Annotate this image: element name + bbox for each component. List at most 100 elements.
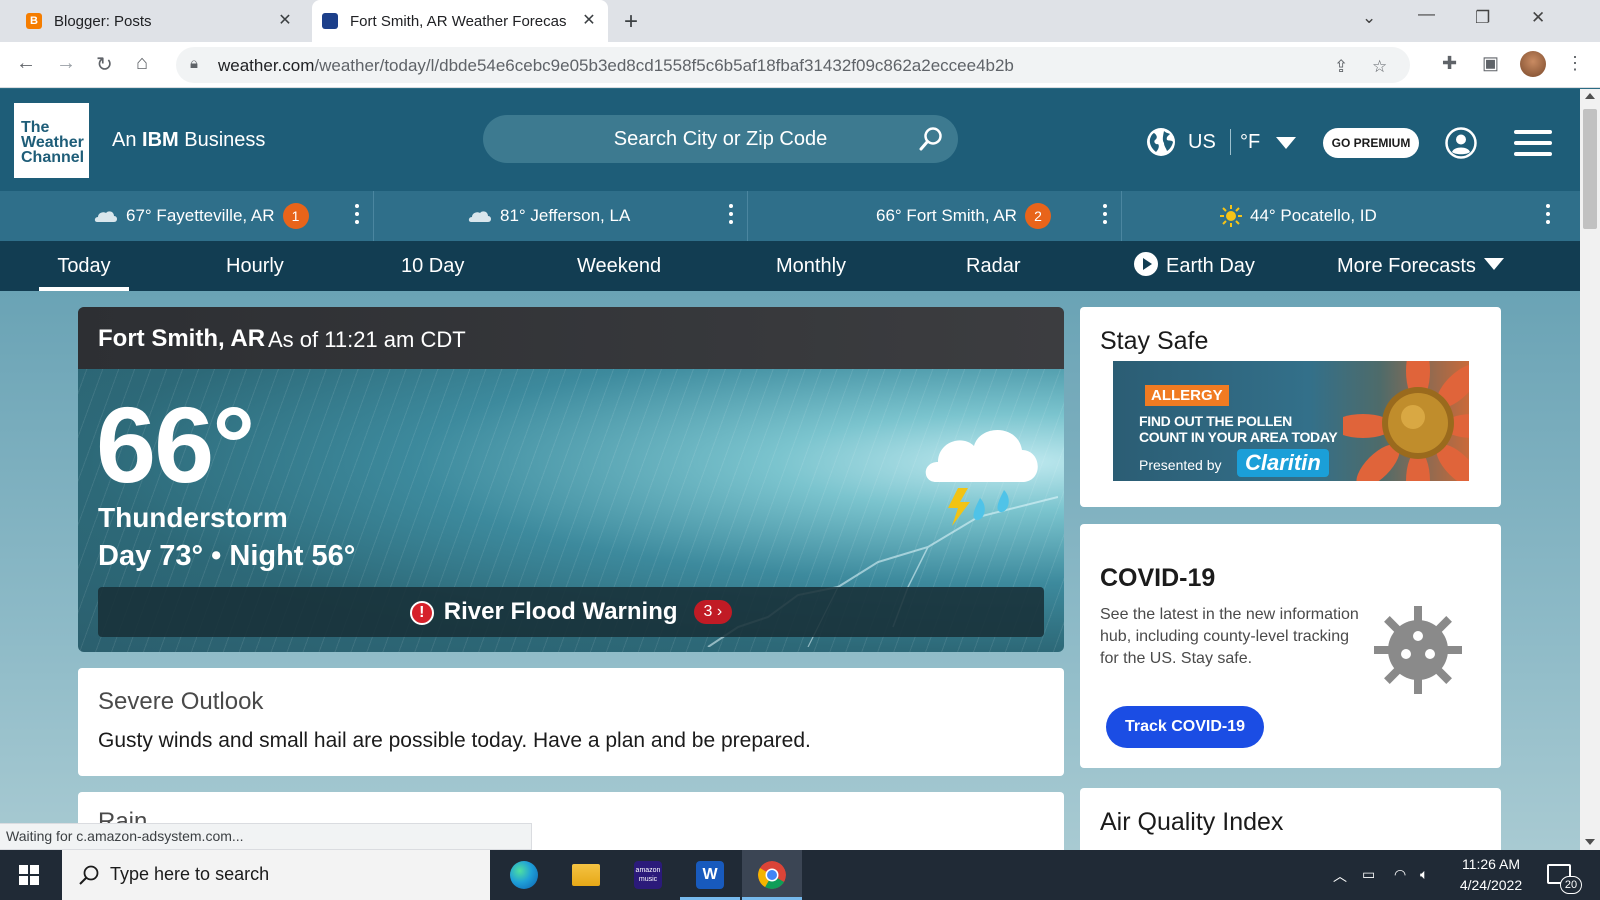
more-options-icon[interactable] xyxy=(1103,204,1107,228)
ad-text: COUNT IN YOUR AREA TODAY xyxy=(1139,429,1338,445)
location-search-input[interactable]: Search City or Zip Code xyxy=(483,115,958,163)
notification-count-badge: 20 xyxy=(1560,876,1582,894)
side-panel-icon[interactable]: ▣ xyxy=(1482,53,1499,74)
taskbar-amazon-music[interactable]: amazon music xyxy=(618,850,678,900)
taskbar-search-box[interactable]: Type here to search xyxy=(62,850,490,900)
restore-icon[interactable]: ❐ xyxy=(1475,8,1490,28)
region-selector[interactable]: US xyxy=(1188,131,1216,154)
card-title: COVID-19 xyxy=(1100,564,1216,592)
forward-icon[interactable]: → xyxy=(56,52,76,75)
scroll-down-arrow-icon[interactable] xyxy=(1585,839,1595,845)
virus-icon xyxy=(1374,606,1462,694)
profile-avatar[interactable] xyxy=(1520,51,1546,77)
windows-taskbar: Type here to search amazon music W ︿ ▭ ◠ … xyxy=(0,850,1600,900)
more-options-icon[interactable] xyxy=(1546,204,1550,228)
tab-weather[interactable]: Fort Smith, AR Weather Forecast ✕ xyxy=(312,0,608,42)
browser-status-text: Waiting for c.amazon-adsystem.com... xyxy=(0,823,532,850)
recent-locations-bar: 67° Fayetteville, AR 1 81° Jefferson, LA… xyxy=(0,191,1580,241)
close-window-icon[interactable]: ✕ xyxy=(1531,8,1545,28)
go-premium-button[interactable]: GO PREMIUM xyxy=(1323,128,1419,158)
ibm-tagline: An IBM Business xyxy=(112,129,266,151)
card-title: Severe Outlook xyxy=(98,688,264,715)
taskbar-date[interactable]: 4/24/2022 xyxy=(1452,877,1530,893)
recent-location[interactable]: 81° Jefferson, LA xyxy=(374,191,748,241)
tab-today[interactable]: Today xyxy=(39,241,129,291)
recent-location[interactable]: 66° Fort Smith, AR 2 xyxy=(748,191,1122,241)
recent-location[interactable]: 44° Pocatello, ID xyxy=(1122,191,1580,241)
more-options-icon[interactable] xyxy=(355,204,359,228)
recent-location[interactable]: 67° Fayetteville, AR 1 xyxy=(0,191,374,241)
browser-tab-bar: B Blogger: Posts ✕ Fort Smith, AR Weathe… xyxy=(0,0,1600,42)
page-scrollbar[interactable] xyxy=(1580,89,1600,850)
unit-selector[interactable]: °F xyxy=(1240,131,1260,154)
new-tab-icon[interactable]: + xyxy=(624,8,638,36)
amazon-music-icon: amazon music xyxy=(634,861,662,889)
reload-icon[interactable]: ↻ xyxy=(96,52,113,77)
tab-hourly[interactable]: Hourly xyxy=(226,241,284,291)
edge-icon xyxy=(510,861,538,889)
chrome-icon xyxy=(758,861,786,889)
play-icon xyxy=(1134,252,1158,276)
wifi-icon[interactable]: ◠ xyxy=(1394,866,1406,883)
caret-down-icon xyxy=(1483,258,1504,270)
url-text[interactable]: weather.com/weather/today/l/dbde54e6cebc… xyxy=(218,56,1014,76)
taskbar-chrome[interactable] xyxy=(742,850,802,900)
account-icon[interactable] xyxy=(1445,127,1477,159)
tab-title: Blogger: Posts xyxy=(54,12,152,30)
taskbar-file-explorer[interactable] xyxy=(556,850,616,900)
day-night-temps: Day 73° • Night 56° xyxy=(98,540,356,572)
weather-channel-icon xyxy=(322,13,338,29)
allergy-ad-banner[interactable]: ALLERGY FIND OUT THE POLLEN COUNT IN YOU… xyxy=(1113,361,1469,481)
battery-icon[interactable]: ▭ xyxy=(1362,866,1375,883)
taskbar-edge[interactable] xyxy=(494,850,554,900)
taskbar-time[interactable]: 11:26 AM xyxy=(1457,856,1525,872)
tab-search-chevron-icon[interactable]: ⌄ xyxy=(1362,8,1376,28)
caret-down-icon[interactable] xyxy=(1276,137,1296,149)
tab-title: Fort Smith, AR Weather Forecast xyxy=(350,12,566,30)
taskbar-word[interactable]: W xyxy=(680,850,740,900)
tab-10-day[interactable]: 10 Day xyxy=(401,241,464,291)
ad-presented-by: Presented by xyxy=(1139,457,1222,473)
alert-count-badge: 2 xyxy=(1024,203,1051,229)
extensions-icon[interactable]: ✚ xyxy=(1442,53,1457,74)
globe-icon[interactable] xyxy=(1146,127,1176,157)
browser-menu-icon[interactable]: ⋮ xyxy=(1566,53,1584,74)
close-tab-icon[interactable]: ✕ xyxy=(276,12,294,30)
location-name: Fort Smith, AR xyxy=(98,325,266,352)
close-tab-icon[interactable]: ✕ xyxy=(580,12,598,30)
tab-monthly[interactable]: Monthly xyxy=(776,241,846,291)
tab-earth-day[interactable]: Earth Day xyxy=(1134,241,1255,291)
home-icon[interactable]: ⌂ xyxy=(136,52,148,75)
back-icon[interactable]: ← xyxy=(16,52,36,75)
scroll-thumb[interactable] xyxy=(1583,109,1597,229)
share-icon[interactable]: ⇪ xyxy=(1334,57,1348,77)
more-options-icon[interactable] xyxy=(729,204,733,228)
flower-image xyxy=(1343,361,1469,481)
tab-blogger[interactable]: B Blogger: Posts ✕ xyxy=(18,0,304,42)
bookmark-star-icon[interactable]: ☆ xyxy=(1372,57,1387,77)
severe-outlook-card[interactable]: Severe Outlook Gusty winds and small hai… xyxy=(78,668,1064,776)
track-covid-button[interactable]: Track COVID-19 xyxy=(1106,706,1264,748)
minimize-icon[interactable]: — xyxy=(1418,4,1435,24)
current-header: Fort Smith, AR As of 11:21 am CDT xyxy=(78,307,1064,369)
show-hidden-icons-icon[interactable]: ︿ xyxy=(1333,866,1347,886)
volume-icon[interactable]: 🔈︎ xyxy=(1420,866,1428,883)
tab-more-forecasts[interactable]: More Forecasts xyxy=(1337,241,1504,291)
search-icon[interactable] xyxy=(918,126,944,152)
windows-start-icon[interactable] xyxy=(19,865,39,885)
scroll-up-arrow-icon[interactable] xyxy=(1585,93,1595,99)
weather-phrase: Thunderstorm xyxy=(98,502,288,533)
tab-weekend[interactable]: Weekend xyxy=(577,241,661,291)
weather-channel-logo[interactable]: The Weather Channel xyxy=(14,103,89,178)
cloud-icon xyxy=(94,211,117,222)
ad-text: FIND OUT THE POLLEN xyxy=(1139,413,1292,429)
current-conditions-card: Fort Smith, AR As of 11:21 am CDT 66° Th… xyxy=(78,307,1064,652)
divider xyxy=(1230,129,1231,155)
weather-alert-banner[interactable]: ! River Flood Warning 3 › xyxy=(98,587,1044,637)
url-bar[interactable]: 🔒︎ weather.com/weather/today/l/dbde54e6c… xyxy=(176,47,1410,83)
lock-icon[interactable]: 🔒︎ xyxy=(190,55,198,72)
thunderstorm-icon xyxy=(925,429,1038,526)
hamburger-menu-icon[interactable] xyxy=(1514,130,1552,156)
tab-radar[interactable]: Radar xyxy=(966,241,1020,291)
address-toolbar: ← → ↻ ⌂ 🔒︎ weather.com/weather/today/l/d… xyxy=(0,42,1600,88)
